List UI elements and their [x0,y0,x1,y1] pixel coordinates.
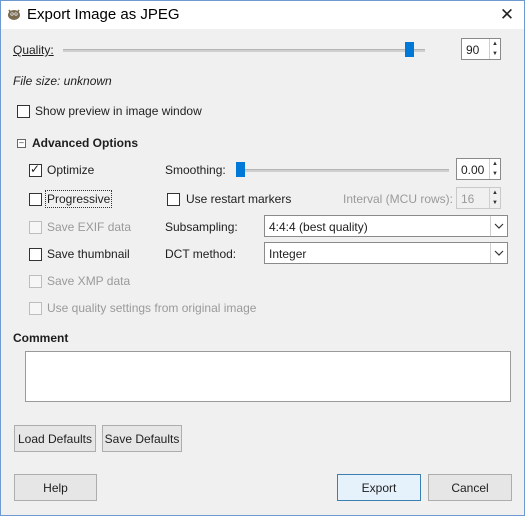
smoothing-label: Smoothing: [165,163,226,177]
quality-label: Quality: [13,43,54,57]
save-thumbnail-label[interactable]: Save thumbnail [47,247,130,261]
checkmark-icon: ✓ [30,162,41,176]
collapse-icon[interactable]: – [17,139,26,148]
quality-value: 90 [466,43,480,57]
restart-markers-label[interactable]: Use restart markers [186,192,291,206]
comment-textarea[interactable] [25,351,511,402]
window-title: Export Image as JPEG [27,6,180,23]
optimize-label[interactable]: Optimize [47,163,94,177]
dct-method-value: Integer [269,247,307,261]
quality-label-text: Quality: [13,43,54,57]
interval-label: Interval (MCU rows): [343,192,454,206]
restart-markers-checkbox[interactable] [167,193,180,206]
spin-up-icon[interactable]: ▲ [490,159,500,169]
progressive-label[interactable]: Progressive [44,190,113,208]
title-bar: Export Image as JPEG ✕ [1,1,524,29]
original-quality-label: Use quality settings from original image [47,301,257,315]
spin-down-icon[interactable]: ▼ [490,49,500,59]
smoothing-value: 0.00 [461,163,485,177]
gimp-icon [8,9,20,20]
chevron-down-icon[interactable] [490,216,507,236]
load-defaults-button[interactable]: Load Defaults [14,425,96,452]
cancel-button[interactable]: Cancel [428,474,512,501]
spin-up-icon[interactable]: ▲ [490,39,500,49]
help-button[interactable]: Help [14,474,97,501]
save-xmp-checkbox [29,275,42,288]
save-thumbnail-checkbox[interactable] [29,248,42,261]
save-xmp-label: Save XMP data [47,274,131,288]
spin-up-icon: ▲ [492,190,498,196]
export-button[interactable]: Export [337,474,421,501]
smoothing-slider-track[interactable] [237,169,449,172]
close-button[interactable]: ✕ [490,1,524,29]
smoothing-spin-arrows[interactable]: ▲ ▼ [489,159,500,179]
interval-value: 16 [461,192,475,206]
show-preview-label[interactable]: Show preview in image window [35,104,202,118]
save-exif-label: Save EXIF data [47,220,132,234]
save-exif-checkbox [29,221,42,234]
quality-slider-thumb[interactable] [405,42,414,57]
smoothing-slider-thumb[interactable] [236,162,245,177]
file-size-text: File size: unknown [13,74,112,88]
dct-method-combo[interactable]: Integer [264,242,508,264]
interval-spinbox: 16 ▲ ▼ [456,187,501,209]
interval-spin-arrows: ▲ ▼ [489,188,500,208]
chevron-down-icon[interactable] [490,243,507,263]
spin-down-icon[interactable]: ▼ [490,169,500,179]
save-defaults-button[interactable]: Save Defaults [102,425,182,452]
show-preview-checkbox[interactable] [17,105,30,118]
subsampling-label: Subsampling: [165,220,238,234]
comment-label: Comment [13,331,69,345]
subsampling-combo[interactable]: 4:4:4 (best quality) [264,215,508,237]
smoothing-spinbox[interactable]: 0.00 ▲ ▼ [456,158,501,180]
subsampling-value: 4:4:4 (best quality) [269,220,368,234]
quality-spin-arrows[interactable]: ▲ ▼ [489,39,500,59]
advanced-options-header[interactable]: Advanced Options [32,136,138,150]
spin-down-icon: ▼ [492,200,498,206]
quality-spinbox[interactable]: 90 ▲ ▼ [461,38,501,60]
dct-method-label: DCT method: [165,247,237,261]
original-quality-checkbox [29,302,42,315]
close-icon: ✕ [499,5,515,24]
progressive-checkbox[interactable] [29,193,42,206]
quality-slider-track[interactable] [63,49,425,52]
export-jpeg-dialog: Export Image as JPEG ✕ Quality: 90 ▲ ▼ F… [0,0,525,516]
optimize-checkbox[interactable]: ✓ [29,162,42,177]
